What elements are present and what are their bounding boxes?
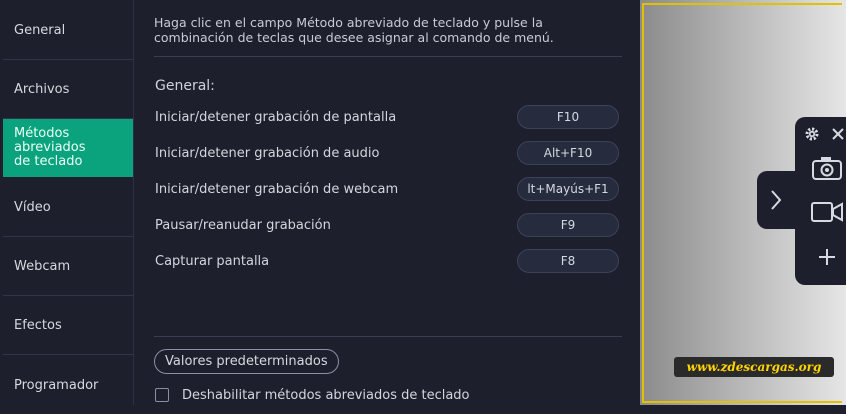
- sidebar-item-label: Webcam: [14, 259, 71, 274]
- gear-icon[interactable]: [803, 125, 821, 143]
- watermark: www.zdescargas.org: [674, 357, 834, 377]
- sidebar-item-shortcuts[interactable]: Métodos abreviados de teclado: [3, 119, 133, 177]
- shortcut-label-capture: Capturar pantalla: [155, 254, 270, 269]
- instructions-text: Haga clic en el campo Método abreviado d…: [154, 15, 554, 45]
- expand-panel-button[interactable]: [757, 171, 795, 229]
- sidebar-item-label: Programador: [14, 377, 99, 393]
- disable-shortcuts-label: Deshabilitar métodos abreviados de tecla…: [182, 388, 470, 403]
- shortcut-field-screen[interactable]: F10: [517, 105, 619, 129]
- camera-icon[interactable]: [809, 153, 845, 183]
- shortcuts-panel: Haga clic en el campo Método abreviado d…: [134, 0, 640, 405]
- disable-shortcuts-checkbox[interactable]: [155, 388, 169, 402]
- shortcut-field-capture[interactable]: F8: [517, 249, 619, 273]
- sidebar-item-efectos[interactable]: Efectos: [3, 297, 133, 355]
- sidebar-item-label: Archivos: [14, 82, 70, 97]
- shortcut-field-webcam[interactable]: lt+Mayús+F1: [517, 177, 619, 201]
- sidebar-item-label: Vídeo: [14, 200, 51, 215]
- video-camera-icon[interactable]: [809, 197, 845, 227]
- shortcut-label-audio: Iniciar/detener grabación de audio: [155, 146, 380, 161]
- shortcut-label-pause: Pausar/reanudar grabación: [155, 218, 331, 233]
- sidebar-item-label: General: [14, 23, 66, 38]
- sidebar-item-programador[interactable]: Programador: [3, 356, 133, 414]
- section-title: General:: [155, 78, 215, 94]
- sidebar-item-general[interactable]: General: [3, 2, 133, 60]
- plus-icon[interactable]: [813, 243, 841, 271]
- shortcut-field-audio[interactable]: Alt+F10: [517, 141, 619, 165]
- restore-defaults-button[interactable]: Valores predeterminados: [154, 349, 339, 374]
- sidebar-item-label: Efectos: [14, 318, 62, 333]
- sidebar-item-label: Métodos abreviados de teclado: [14, 126, 86, 169]
- divider: [154, 56, 622, 57]
- sidebar-item-archivos[interactable]: Archivos: [3, 61, 133, 119]
- shortcut-label-webcam: Iniciar/detener grabación de webcam: [155, 182, 399, 197]
- divider: [154, 336, 622, 337]
- settings-sidebar: General Archivos Métodos abreviados de t…: [0, 0, 134, 405]
- close-icon[interactable]: [829, 125, 846, 143]
- sidebar-item-webcam[interactable]: Webcam: [3, 238, 133, 296]
- sidebar-item-video[interactable]: Vídeo: [3, 179, 133, 237]
- shortcut-field-pause[interactable]: F9: [517, 213, 619, 237]
- recording-toolbar: [795, 117, 846, 285]
- shortcut-label-screen: Iniciar/detener grabación de pantalla: [155, 110, 397, 125]
- chevron-right-icon: [771, 190, 782, 210]
